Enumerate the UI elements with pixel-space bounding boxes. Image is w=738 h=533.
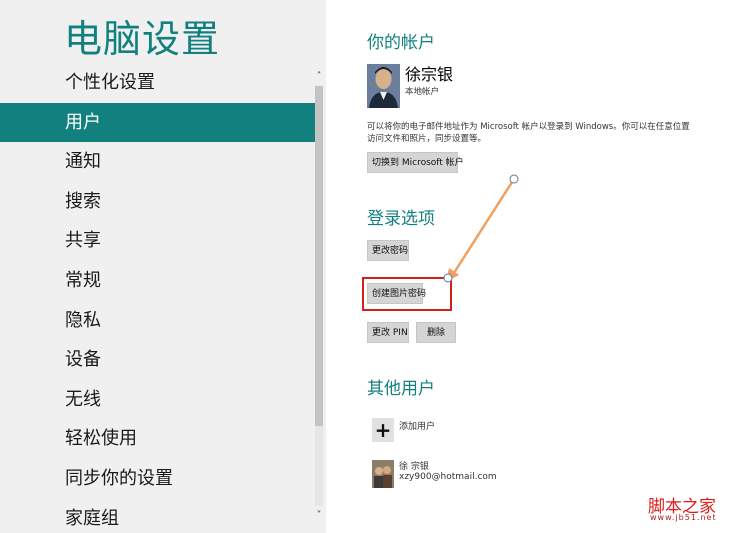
add-user-label[interactable]: 添加用户 <box>399 419 435 432</box>
other-user-photo-icon <box>372 460 394 488</box>
nav-item-general[interactable]: 常规 <box>0 261 315 301</box>
page-title: 电脑设置 <box>64 17 221 61</box>
account-description: 可以将你的电子邮件地址作为 Microsoft 帐户以登录到 Windows。你… <box>367 122 690 144</box>
other-users-heading: 其他用户 <box>367 379 435 399</box>
change-pin-button[interactable]: 更改 PIN <box>367 322 409 343</box>
scroll-up-icon[interactable]: ˄ <box>313 70 325 84</box>
create-picture-password-button[interactable]: 创建图片密码 <box>367 283 426 304</box>
avatar <box>367 64 400 108</box>
change-password-button[interactable]: 更改密码 <box>367 240 409 261</box>
left-pane: 电脑设置 个性化设置 用户 通知 搜索 共享 常规 隐私 设备 无线 轻松使用 … <box>0 0 326 533</box>
switch-to-microsoft-account-button[interactable]: 切换到 Microsoft 帐户 <box>367 152 464 173</box>
user-photo-icon <box>367 64 400 108</box>
nav-item-ease-of-access[interactable]: 轻松使用 <box>0 419 315 459</box>
nav-item-privacy[interactable]: 隐私 <box>0 301 315 341</box>
user-name: 徐宗银 <box>405 65 454 84</box>
nav-item-homegroup[interactable]: 家庭组 <box>0 499 315 533</box>
nav-item-devices[interactable]: 设备 <box>0 340 315 380</box>
account-type: 本地帐户 <box>405 87 440 97</box>
nav-item-notifications[interactable]: 通知 <box>0 142 315 182</box>
sign-in-options-heading: 登录选项 <box>367 209 435 229</box>
other-user-name[interactable]: 徐 宗银 <box>399 459 429 472</box>
nav-item-share[interactable]: 共享 <box>0 221 315 261</box>
nav-scrollbar[interactable]: ˄ ˅ <box>313 70 325 523</box>
your-account-heading: 你的帐户 <box>367 33 435 53</box>
other-user-email[interactable]: xzy900@hotmail.com <box>399 472 497 482</box>
watermark-url: www.jb51.net <box>650 513 717 522</box>
nav-item-sync-settings[interactable]: 同步你的设置 <box>0 459 315 499</box>
nav-item-wireless[interactable]: 无线 <box>0 380 315 420</box>
nav-list: 个性化设置 用户 通知 搜索 共享 常规 隐私 设备 无线 轻松使用 同步你的设… <box>0 63 315 533</box>
scroll-down-icon[interactable]: ˅ <box>313 509 325 523</box>
other-user-avatar[interactable] <box>372 460 394 488</box>
nav-item-users[interactable]: 用户 <box>0 102 315 143</box>
delete-pin-button[interactable]: 删除 <box>416 322 456 343</box>
right-pane: 你的帐户 徐宗银 本地帐户 可以将你的电子邮件地址作为 Microsoft 帐户… <box>326 0 738 533</box>
scroll-thumb[interactable] <box>315 86 323 426</box>
add-user-icon[interactable]: + <box>372 418 394 442</box>
nav-item-search[interactable]: 搜索 <box>0 182 315 222</box>
nav-item-personalize[interactable]: 个性化设置 <box>0 63 315 103</box>
